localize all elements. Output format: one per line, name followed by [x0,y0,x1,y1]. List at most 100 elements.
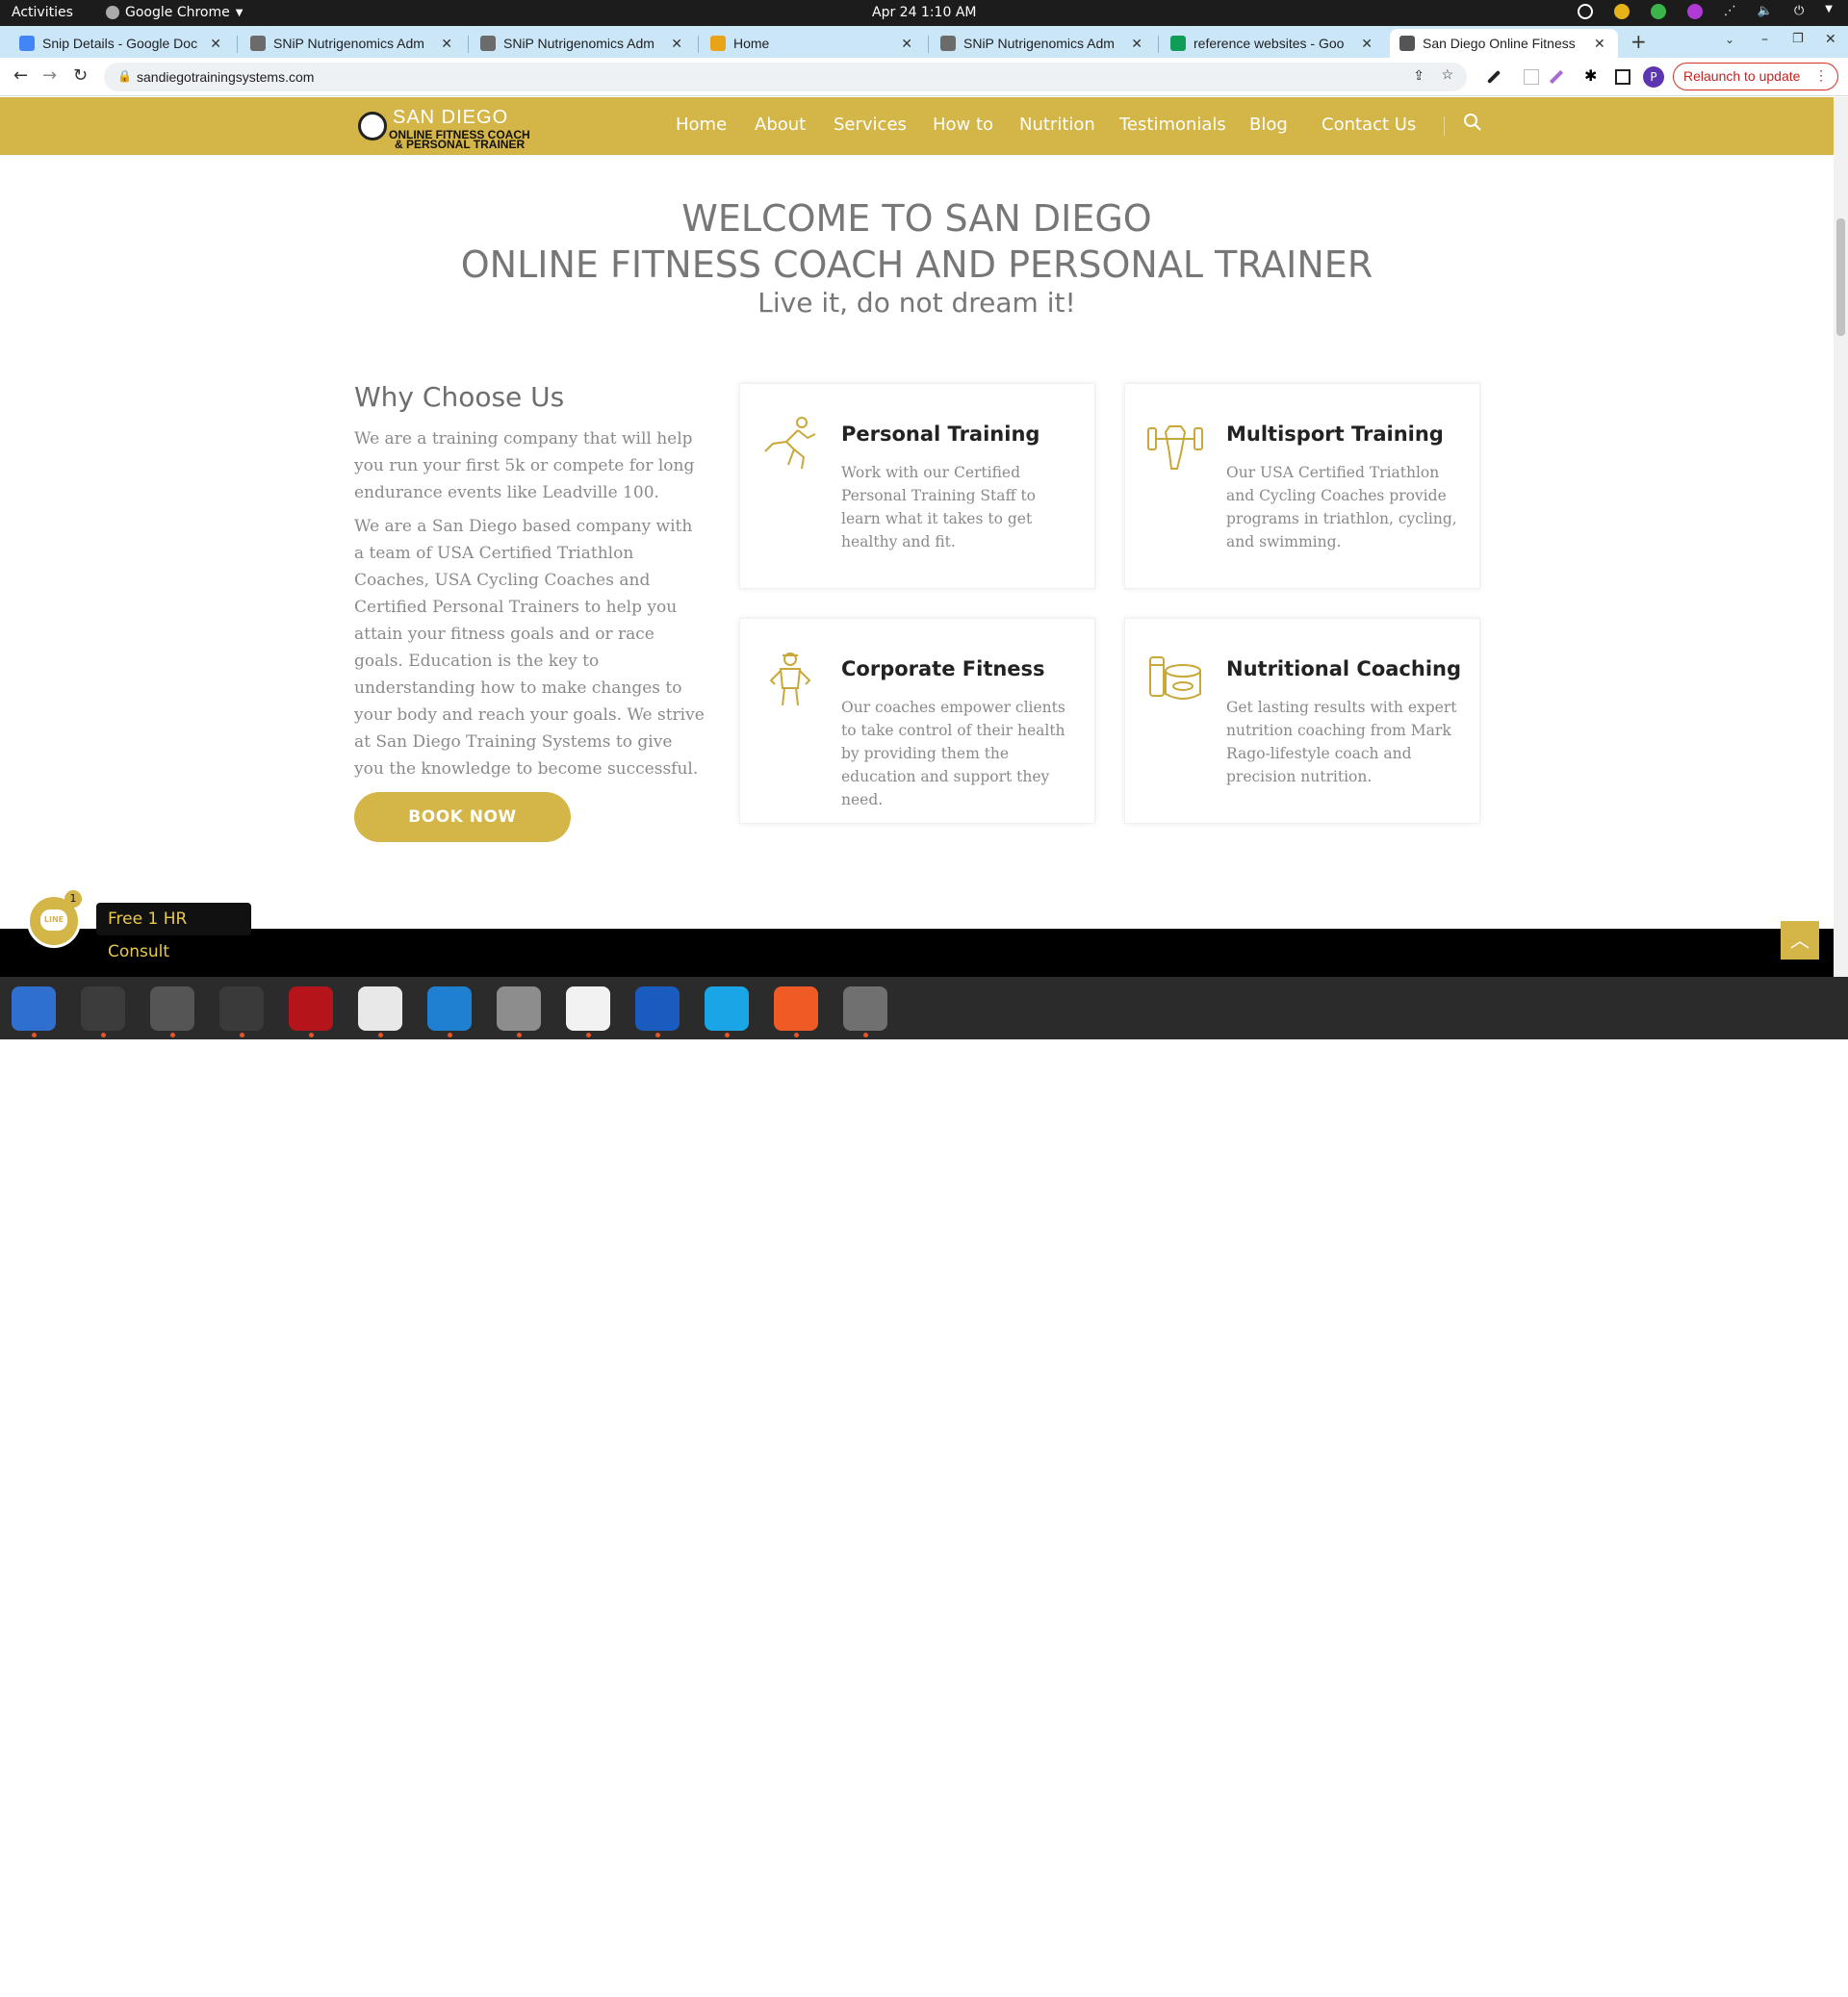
back-button[interactable]: ← [13,65,28,86]
new-tab-button[interactable]: + [1630,30,1647,53]
nav-home[interactable]: Home [676,115,727,135]
scroll-to-top-button[interactable]: ︿ [1781,921,1819,960]
dumbbell-logo-icon [358,112,387,141]
caret-down-icon[interactable]: ▼ [1825,4,1833,19]
files-icon[interactable] [497,986,541,1031]
system-tray[interactable]: ⋰ 🔈 ⏻ ▼ [1577,4,1833,19]
pen-extension-icon[interactable] [1549,69,1564,85]
nav-nutrition[interactable]: Nutrition [1019,115,1095,135]
chat-bubble-icon: LINE [40,909,67,931]
share-icon[interactable]: ⇪ [1413,67,1424,84]
service-card-multisport-training[interactable]: Multisport Training Our USA Certified Tr… [1124,383,1480,589]
close-icon[interactable]: ✕ [210,36,221,52]
dock [0,977,1848,1996]
accessibility-icon[interactable] [1577,4,1593,19]
tab-san-diego-fitness[interactable]: San Diego Online Fitness ✕ [1390,29,1618,58]
site-favicon-icon [250,36,266,51]
minimize-button[interactable]: – [1761,32,1768,47]
footer-bar [0,929,1834,977]
close-icon[interactable]: ✕ [901,36,912,52]
service-card-corporate-fitness[interactable]: Corporate Fitness Our coaches empower cl… [739,618,1095,824]
lock-icon[interactable]: 🔒 [117,69,132,83]
network-icon[interactable]: ⋰ [1724,4,1736,19]
tab-snip-admin-3[interactable]: SNiP Nutrigenomics Adm ✕ [931,29,1152,58]
tab-home[interactable]: Home ✕ [701,29,922,58]
calendar-extension-icon[interactable] [1524,69,1539,85]
card-description: Work with our Certified Personal Trainin… [841,464,1037,550]
filezilla-icon[interactable] [289,986,333,1031]
card-title: Nutritional Coaching [1226,657,1462,680]
skype-icon[interactable] [705,986,749,1031]
site-header: SAN DIEGO ONLINE FITNESS COACH & PERSONA… [0,97,1834,155]
reload-button[interactable]: ↻ [73,65,88,86]
relaunch-button[interactable]: Relaunch to update ⋮ [1673,63,1838,90]
maximize-button[interactable]: ❐ [1792,32,1804,46]
relaunch-label: Relaunch to update [1683,68,1801,84]
nav-how-to[interactable]: How to [933,115,993,135]
free-consult-label[interactable]: Free 1 HR Consult [96,903,251,961]
color-picker-tray-icon[interactable] [1686,4,1703,19]
page-scrollbar[interactable] [1834,97,1848,978]
close-icon[interactable]: ✕ [1361,36,1373,52]
why-choose-us-heading: Why Choose Us [354,381,565,413]
more-menu-icon[interactable]: ⋮ [1814,67,1828,84]
clock[interactable]: Apr 24 1:10 AM [872,5,976,20]
terminal-icon[interactable] [81,986,125,1031]
nutrition-icon [1149,656,1201,700]
inkscape-icon[interactable] [774,986,818,1031]
tab-title: reference websites - Goo [1194,36,1345,51]
nav-blog[interactable]: Blog [1249,115,1288,135]
service-card-nutritional-coaching[interactable]: Nutritional Coaching Get lasting results… [1124,618,1480,824]
nav-contact-us[interactable]: Contact Us [1322,115,1416,135]
address-bar[interactable]: 🔒 sandiegotrainingsystems.com ⇪ ☆ [104,63,1467,91]
puzzle-extensions-icon[interactable]: ✱ [1584,66,1600,85]
logo-title: SAN DIEGO [393,107,509,128]
profile-avatar[interactable]: P [1643,66,1664,88]
service-card-personal-training[interactable]: Personal Training Work with our Certifie… [739,383,1095,589]
chrome-small-icon [106,6,119,19]
close-icon[interactable]: ✕ [671,36,682,52]
show-apps-icon[interactable] [1796,1968,1825,1997]
forward-button[interactable]: → [42,65,57,86]
nav-testimonials[interactable]: Testimonials [1119,115,1226,135]
tab-snip-admin-1[interactable]: SNiP Nutrigenomics Adm ✕ [241,29,462,58]
book-now-button[interactable]: BOOK NOW [354,792,571,842]
volume-icon[interactable]: 🔈 [1758,4,1773,19]
thunderbird-icon[interactable] [12,986,56,1031]
nav-about[interactable]: About [755,115,806,135]
card-description: Our USA Certified Triathlon and Cycling … [1226,464,1457,550]
power-icon[interactable]: ⏻ [1794,4,1804,19]
tab-snip-admin-2[interactable]: SNiP Nutrigenomics Adm ✕ [471,29,692,58]
app-menu[interactable]: Google Chrome ▼ [106,5,243,20]
calculator-icon[interactable] [150,986,194,1031]
url-text[interactable]: sandiegotrainingsystems.com [137,69,314,85]
app-menu-label: Google Chrome [125,5,230,20]
chrome-tray-icon[interactable] [1613,4,1630,19]
close-icon[interactable]: ✕ [1594,36,1605,52]
document-viewer-icon[interactable] [635,986,680,1031]
check-tray-icon[interactable] [1650,4,1666,19]
close-window-button[interactable]: ✕ [1825,32,1836,47]
tab-snip-details[interactable]: Snip Details - Google Doc ✕ [10,29,231,58]
chrome-icon[interactable] [358,986,402,1031]
site-logo[interactable]: SAN DIEGO ONLINE FITNESS COACH & PERSONA… [358,105,531,150]
dumbbell-icon [1147,425,1203,470]
vscode-icon[interactable] [427,986,472,1031]
text-editor-icon[interactable] [566,986,610,1031]
tab-search-icon[interactable]: ⌄ [1725,33,1734,46]
search-icon[interactable] [1463,113,1482,132]
tab-title: SNiP Nutrigenomics Adm [503,36,654,51]
tab-reference-websites[interactable]: reference websites - Goo ✕ [1161,29,1382,58]
disk-utility-icon[interactable] [843,986,887,1031]
scrollbar-thumb[interactable] [1836,218,1845,336]
nav-services[interactable]: Services [834,115,907,135]
bookmark-star-icon[interactable]: ☆ [1441,66,1453,83]
eyedropper-extension-icon[interactable] [1486,69,1502,85]
activities-button[interactable]: Activities [12,5,73,20]
site-favicon-icon [710,36,726,51]
close-icon[interactable]: ✕ [1131,36,1142,52]
side-panel-icon[interactable] [1615,69,1630,85]
close-icon[interactable]: ✕ [441,36,452,52]
system-monitor-icon[interactable] [219,986,264,1031]
site-favicon-icon [480,36,496,51]
